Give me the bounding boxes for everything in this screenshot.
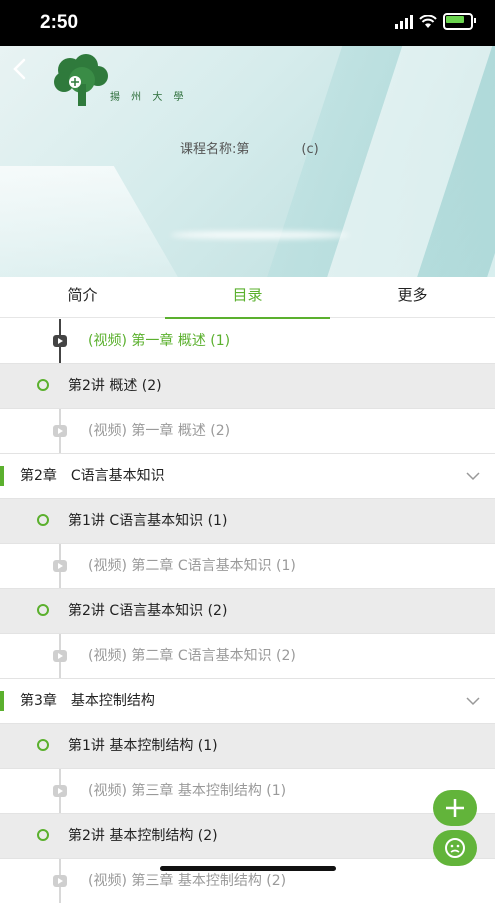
plus-icon xyxy=(446,799,464,817)
video-icon xyxy=(53,650,67,662)
chapter-title: 第2章 C语言基本知识 xyxy=(20,468,165,484)
lecture-title: 第2讲 概述 (2) xyxy=(68,378,162,394)
list-item-video[interactable]: (视频) 第二章 C语言基本知识 (2) xyxy=(0,634,495,679)
lecture-title: 第2讲 基本控制结构 (2) xyxy=(68,828,218,844)
status-time: 2:50 xyxy=(40,12,79,33)
status-icons xyxy=(395,13,476,30)
list-item-lecture[interactable]: 第2讲 概述 (2) xyxy=(0,364,495,409)
chapter-title: 第3章 基本控制结构 xyxy=(20,693,155,709)
back-icon xyxy=(13,58,26,80)
feedback-button[interactable] xyxy=(433,830,477,866)
chapter-marker xyxy=(0,691,4,711)
chevron-down-icon[interactable] xyxy=(465,468,481,484)
circle-icon xyxy=(37,379,49,391)
lecture-title: 第2讲 C语言基本知识 (2) xyxy=(68,603,228,619)
tab-bar: 简介 目录 更多 xyxy=(0,277,495,319)
video-title: (视频) 第二章 C语言基本知识 (2) xyxy=(88,648,296,664)
lecture-title: 第1讲 基本控制结构 (1) xyxy=(68,738,218,754)
video-icon xyxy=(53,425,67,437)
status-bar: 2:50 xyxy=(0,0,495,46)
lecture-title: 第1讲 C语言基本知识 (1) xyxy=(68,513,228,529)
chapter-marker xyxy=(0,466,4,486)
video-icon xyxy=(53,785,67,797)
back-button[interactable] xyxy=(8,54,32,84)
video-icon xyxy=(53,875,67,887)
list-item-lecture[interactable]: 第2讲 基本控制结构 (2) xyxy=(0,814,495,859)
tab-intro[interactable]: 简介 xyxy=(0,277,165,317)
catalog-list: (视频) 第一章 概述 (1) 第2讲 概述 (2) (视频) 第一章 概述 (… xyxy=(0,319,495,903)
circle-icon xyxy=(37,514,49,526)
list-item-chapter[interactable]: 第3章 基本控制结构 xyxy=(0,679,495,724)
tab-catalog[interactable]: 目录 xyxy=(165,277,330,319)
home-indicator xyxy=(160,866,336,871)
list-item-video[interactable]: (视频) 第一章 概述 (2) xyxy=(0,409,495,454)
list-item-video[interactable]: (视频) 第三章 基本控制结构 (1) xyxy=(0,769,495,814)
circle-icon xyxy=(37,604,49,616)
add-button[interactable] xyxy=(433,790,477,826)
list-item-chapter[interactable]: 第2章 C语言基本知识 xyxy=(0,454,495,499)
chevron-down-icon[interactable] xyxy=(465,693,481,709)
list-item-lecture[interactable]: 第1讲 基本控制结构 (1) xyxy=(0,724,495,769)
circle-icon xyxy=(37,739,49,751)
video-title: (视频) 第二章 C语言基本知识 (1) xyxy=(88,558,296,574)
video-title: (视频) 第三章 基本控制结构 (1) xyxy=(88,783,287,799)
circle-icon xyxy=(37,829,49,841)
video-title: (视频) 第一章 概述 (2) xyxy=(88,423,231,439)
course-title: 课程名称:第 (c) xyxy=(180,142,319,157)
video-icon xyxy=(53,335,67,347)
video-title: (视频) 第一章 概述 (1) xyxy=(88,333,231,349)
list-item-lecture[interactable]: 第1讲 C语言基本知识 (1) xyxy=(0,499,495,544)
signal-icon xyxy=(395,14,413,29)
list-item-video[interactable]: (视频) 第一章 概述 (1) xyxy=(0,319,495,364)
list-item-lecture[interactable]: 第2讲 C语言基本知识 (2) xyxy=(0,589,495,634)
feedback-face-icon xyxy=(445,838,465,858)
battery-icon xyxy=(443,13,476,30)
tab-more[interactable]: 更多 xyxy=(330,277,495,317)
wifi-icon xyxy=(419,14,437,28)
university-logo xyxy=(54,54,108,106)
logo-text: 揚 州 大 學 xyxy=(110,92,188,103)
list-item-video[interactable]: (视频) 第二章 C语言基本知识 (1) xyxy=(0,544,495,589)
video-icon xyxy=(53,560,67,572)
